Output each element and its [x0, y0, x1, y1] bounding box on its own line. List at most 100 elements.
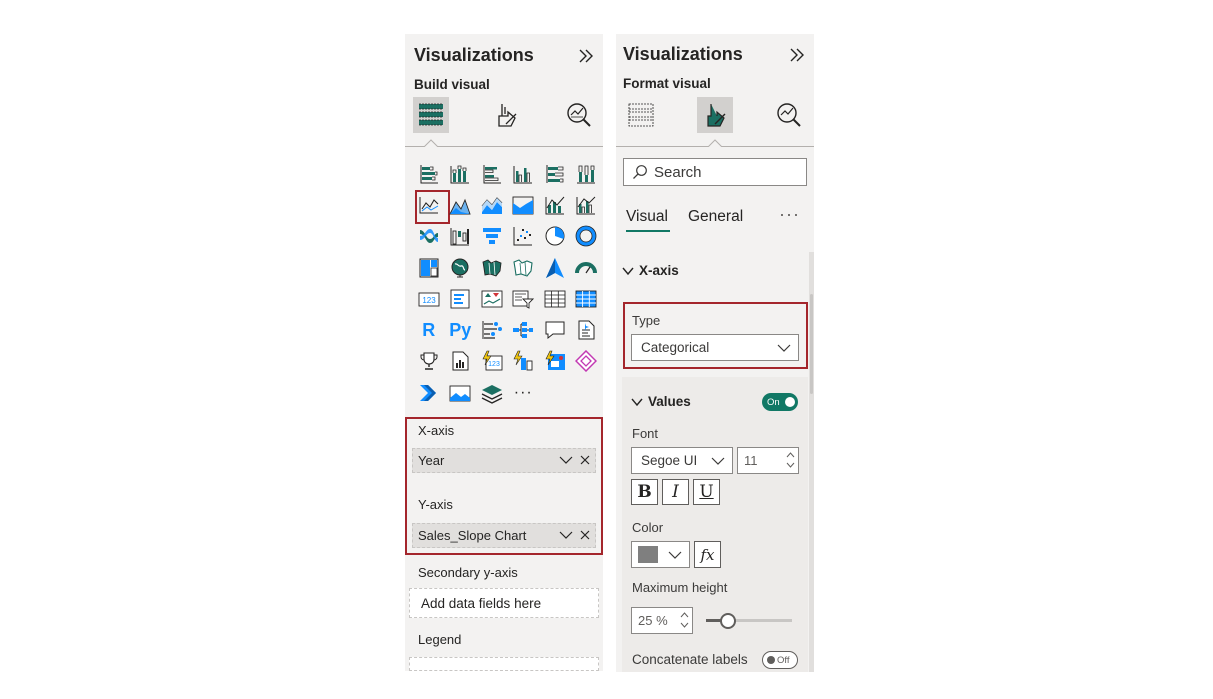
multi-row-card-button[interactable]	[445, 283, 477, 314]
line-and-stacked-column-chart-button[interactable]	[539, 189, 571, 220]
values-toggle[interactable]: On	[762, 393, 798, 411]
funnel-chart-button[interactable]	[476, 221, 508, 252]
key-influencers-button[interactable]	[476, 314, 508, 345]
concatenate-labels-label: Concatenate labels	[632, 652, 748, 667]
italic-button[interactable]: I	[662, 479, 689, 505]
close-icon[interactable]	[579, 453, 591, 467]
format-visual-tab[interactable]	[697, 97, 733, 133]
paginated-report-button[interactable]	[445, 346, 477, 377]
font-size-stepper[interactable]: 11	[737, 447, 799, 474]
100-stacked-bar-chart-button[interactable]	[539, 158, 571, 189]
stacked-bar-chart-button[interactable]	[413, 158, 445, 189]
format-visual-tab[interactable]	[488, 97, 524, 133]
stepper-up-icon[interactable]	[786, 451, 795, 459]
stepper-down-icon[interactable]	[680, 621, 689, 629]
metrics-button[interactable]	[413, 346, 445, 377]
x-axis-field-pill[interactable]: Year	[412, 448, 596, 473]
line-chart-button[interactable]	[413, 189, 450, 225]
100-stacked-bar-chart-icon	[546, 164, 564, 183]
donut-chart-icon	[575, 225, 597, 247]
qa-visual-button[interactable]	[539, 314, 571, 345]
build-visual-tab[interactable]	[623, 97, 659, 133]
underline-button[interactable]: U	[693, 479, 720, 505]
matrix-icon	[575, 290, 597, 308]
stacked-column-chart-button[interactable]	[445, 158, 477, 189]
donut-chart-button[interactable]	[571, 221, 603, 252]
azure-map-button[interactable]	[539, 252, 571, 283]
font-family-dropdown[interactable]: Segoe UI	[631, 447, 733, 474]
stacked-area-chart-button[interactable]	[476, 189, 508, 220]
image-visual-button[interactable]	[445, 377, 477, 408]
x-axis-section-header[interactable]: X-axis	[622, 263, 679, 278]
map-button[interactable]	[445, 252, 477, 283]
100-stacked-area-chart-button[interactable]	[508, 189, 540, 220]
decomposition-tree-button[interactable]	[508, 314, 540, 345]
line-and-clustered-column-chart-button[interactable]	[571, 189, 603, 220]
line-and-clustered-column-chart-icon	[576, 196, 596, 215]
table-button[interactable]	[539, 283, 571, 314]
pie-chart-button[interactable]	[539, 221, 571, 252]
build-visual-tab[interactable]	[413, 97, 449, 133]
active-tab-underline	[626, 230, 670, 232]
arcgis-map-button[interactable]	[476, 377, 508, 408]
y-axis-field-pill[interactable]: Sales_Slope Chart	[412, 523, 596, 548]
concatenate-labels-toggle[interactable]: Off	[762, 651, 798, 669]
power-apps-visual-button[interactable]: 123	[476, 346, 508, 377]
secondary-y-axis-drop-zone[interactable]: Add data fields here	[409, 588, 599, 618]
x-axis-well-label: X-axis	[418, 423, 455, 438]
python-visual-button[interactable]: Py	[445, 314, 477, 345]
trophy-icon	[420, 352, 438, 371]
axis-type-dropdown[interactable]: Categorical	[631, 334, 799, 361]
clustered-bar-chart-button[interactable]	[476, 158, 508, 189]
chevron-down-icon[interactable]	[559, 453, 573, 467]
stepper-down-icon[interactable]	[786, 461, 795, 469]
maximum-height-stepper[interactable]: 25 %	[631, 607, 693, 634]
stepper-up-icon[interactable]	[680, 611, 689, 619]
smart-narrative-icon	[578, 320, 595, 340]
kpi-button[interactable]	[476, 283, 508, 314]
smart-narrative-button[interactable]	[571, 314, 603, 345]
analytics-tab[interactable]	[561, 97, 597, 133]
color-picker-dropdown[interactable]	[631, 541, 690, 568]
matrix-button[interactable]	[571, 283, 603, 314]
analytics-tab[interactable]	[771, 97, 807, 133]
more-options-icon[interactable]: ···	[779, 204, 800, 225]
scrollbar-thumb[interactable]	[810, 294, 813, 394]
gauge-button[interactable]	[571, 252, 603, 283]
more-visuals-button[interactable]: ···	[508, 377, 540, 408]
power-automate-flow-button[interactable]	[413, 377, 445, 408]
scatter-chart-button[interactable]	[508, 221, 540, 252]
search-input[interactable]: Search	[623, 158, 807, 186]
layered-map-icon	[481, 384, 503, 404]
visual-type-gallery: 123 R Py 123 ···	[413, 158, 601, 408]
conditional-formatting-fx-button[interactable]: fx	[694, 541, 721, 568]
power-automate-button[interactable]	[508, 346, 540, 377]
bold-button[interactable]: B	[631, 479, 658, 505]
slicer-button[interactable]	[508, 283, 540, 314]
gauge-icon	[575, 261, 598, 273]
ribbon-chart-button[interactable]	[413, 221, 445, 252]
collapse-pane-icon[interactable]	[788, 46, 806, 64]
waterfall-chart-button[interactable]	[445, 221, 477, 252]
tab-visual[interactable]: Visual	[626, 208, 668, 226]
tab-general[interactable]: General	[688, 208, 743, 226]
clustered-column-chart-button[interactable]	[508, 158, 540, 189]
card-button[interactable]: 123	[413, 283, 445, 314]
close-icon[interactable]	[579, 528, 591, 542]
values-section-header[interactable]: Values	[631, 394, 691, 409]
add-data-fields-placeholder: Add data fields here	[421, 595, 542, 611]
treemap-button[interactable]	[413, 252, 445, 283]
chevron-down-icon[interactable]	[559, 528, 573, 542]
filled-map-button[interactable]	[476, 252, 508, 283]
maximum-height-value: 25 %	[638, 613, 668, 628]
shape-map-button[interactable]	[508, 252, 540, 283]
maximum-height-slider-thumb[interactable]	[719, 613, 736, 629]
stacked-bar-chart-icon	[420, 164, 438, 184]
power-apps-button[interactable]	[539, 346, 571, 377]
collapse-pane-icon[interactable]	[577, 47, 595, 65]
area-chart-button[interactable]	[445, 189, 477, 220]
legend-drop-zone[interactable]	[409, 657, 599, 671]
100-stacked-column-chart-button[interactable]	[571, 158, 603, 189]
power-apps-diamond-button[interactable]	[571, 346, 603, 377]
r-script-visual-button[interactable]: R	[413, 314, 445, 345]
